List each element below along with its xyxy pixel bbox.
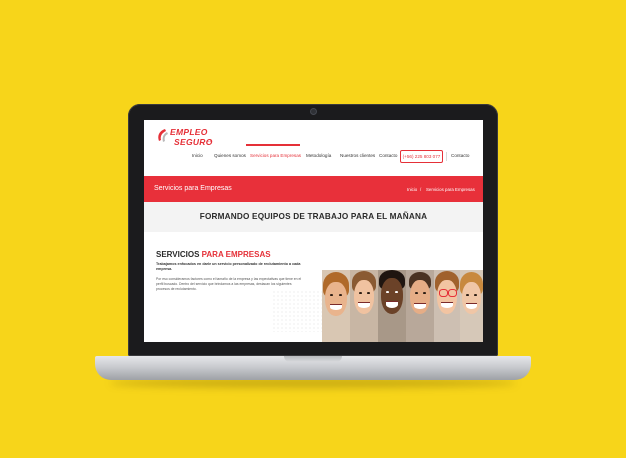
site-header: EMPLEO SEGURO s.a Inicio Quienes somos S… xyxy=(144,120,483,176)
photo-face xyxy=(406,270,434,342)
laptop-base xyxy=(95,356,531,380)
services-heading-prefix: SERVICIOS xyxy=(156,250,200,259)
breadcrumb-home[interactable]: Inicio xyxy=(407,187,417,192)
breadcrumb-current: Servicios para Empresas xyxy=(426,187,475,192)
page-title: Servicios para Empresas xyxy=(154,185,232,192)
photo-face xyxy=(460,270,483,342)
nav-item-quienes-somos[interactable]: Quienes somos xyxy=(214,153,246,158)
laptop-screen: EMPLEO SEGURO s.a Inicio Quienes somos S… xyxy=(144,120,483,342)
nav-item-metodologia[interactable]: Metodología xyxy=(306,153,331,158)
logo-text-line1: EMPLEO xyxy=(170,127,208,137)
services-heading-highlight: PARA EMPRESAS xyxy=(201,250,271,259)
breadcrumb-separator: / xyxy=(420,187,422,192)
dot-pattern-decoration xyxy=(272,290,322,332)
page-banner: Servicios para Empresas Inicio / Servici… xyxy=(144,176,483,202)
services-lead-text: Trabajamos enfocados en darle un servici… xyxy=(156,262,301,271)
nav-contact-link[interactable]: Contacto xyxy=(451,153,469,158)
phone-number[interactable]: (+56) 225 803 077 xyxy=(400,150,443,163)
laptop-opening-notch xyxy=(284,356,342,362)
photo-face xyxy=(350,270,378,342)
main-nav: Inicio Quienes somos Servicios para Empr… xyxy=(144,140,483,176)
photo-face xyxy=(434,270,460,342)
nav-item-nuestros-clientes[interactable]: Nuestros clientes xyxy=(340,153,375,158)
tagline-band: FORMANDO EQUIPOS DE TRABAJO PARA EL MAÑA… xyxy=(144,202,483,232)
nav-item-servicios-empresas[interactable]: Servicios para Empresas xyxy=(250,153,301,158)
webcam-icon xyxy=(311,109,316,114)
nav-item-contacto[interactable]: Contacto xyxy=(379,153,397,158)
scene: EMPLEO SEGURO s.a Inicio Quienes somos S… xyxy=(0,0,626,458)
photo-face xyxy=(378,270,406,342)
photo-face xyxy=(322,270,350,342)
nav-active-indicator xyxy=(246,144,300,146)
nav-divider xyxy=(446,152,447,161)
services-heading: SERVICIOS PARA EMPRESAS xyxy=(156,250,271,259)
smiling-people-photo xyxy=(322,270,483,342)
tagline: FORMANDO EQUIPOS DE TRABAJO PARA EL MAÑA… xyxy=(199,212,428,221)
laptop-lid: EMPLEO SEGURO s.a Inicio Quienes somos S… xyxy=(128,104,498,356)
nav-item-inicio[interactable]: Inicio xyxy=(192,153,203,158)
